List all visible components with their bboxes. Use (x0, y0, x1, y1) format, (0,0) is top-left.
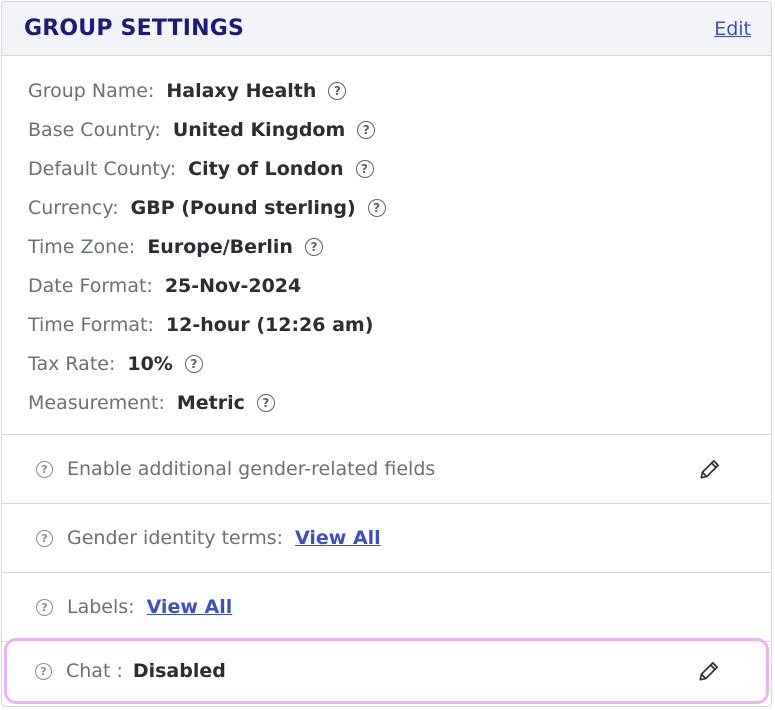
panel-header: GROUP SETTINGS Edit (2, 2, 771, 56)
setting-value: Europe/Berlin (147, 235, 293, 258)
setting-date-format: Date Format: 25-Nov-2024 (28, 266, 771, 305)
setting-group-name: Group Name: Halaxy Health ? (28, 71, 771, 110)
section-label: Gender identity terms: (67, 527, 284, 549)
labels-section: ? Labels: View All (2, 573, 771, 642)
help-icon[interactable]: ? (256, 393, 275, 412)
setting-value: City of London (188, 157, 344, 180)
setting-value: Halaxy Health (166, 79, 317, 102)
setting-label: Default County: (28, 157, 177, 180)
setting-label: Tax Rate: (28, 352, 116, 375)
help-icon[interactable]: ? (36, 598, 53, 616)
gender-terms-section: ? Gender identity terms: View All (2, 504, 771, 573)
pencil-icon[interactable] (696, 658, 722, 684)
settings-list: Group Name: Halaxy Health ? Base Country… (2, 56, 771, 435)
setting-default-county: Default County: City of London ? (28, 149, 771, 188)
setting-value: GBP (Pound sterling) (130, 196, 356, 219)
chat-section: ? Chat : Disabled (4, 638, 769, 704)
chat-status: Disabled (132, 660, 226, 682)
setting-base-country: Base Country: United Kingdom ? (28, 110, 771, 149)
help-icon[interactable]: ? (328, 81, 347, 100)
help-icon[interactable]: ? (304, 237, 323, 256)
setting-value: United Kingdom (172, 118, 346, 141)
gender-fields-section: ? Enable additional gender-related field… (2, 435, 771, 504)
setting-value: 12-hour (12:26 am) (165, 313, 374, 336)
setting-currency: Currency: GBP (Pound sterling) ? (28, 188, 771, 227)
setting-label: Base Country: (28, 118, 161, 141)
setting-label: Time Zone: (28, 235, 136, 258)
setting-tax-rate: Tax Rate: 10% ? (28, 344, 771, 383)
view-all-gender-terms-link[interactable]: View All (295, 527, 381, 549)
setting-value: 25-Nov-2024 (164, 274, 302, 297)
help-icon[interactable]: ? (357, 120, 376, 139)
setting-value: 10% (127, 352, 173, 375)
help-icon[interactable]: ? (36, 529, 53, 547)
help-icon[interactable]: ? (184, 354, 203, 373)
help-icon[interactable]: ? (355, 159, 374, 178)
group-settings-panel: GROUP SETTINGS Edit Group Name: Halaxy H… (1, 1, 772, 707)
section-label: Enable additional gender-related fields (67, 458, 436, 480)
section-label: Labels: (67, 596, 135, 618)
setting-label: Date Format: (28, 274, 153, 297)
setting-label: Currency: (28, 196, 119, 219)
setting-label: Time Format: (28, 313, 154, 336)
setting-time-zone: Time Zone: Europe/Berlin ? (28, 227, 771, 266)
help-icon[interactable]: ? (367, 198, 386, 217)
section-label: Chat : (66, 660, 123, 682)
setting-time-format: Time Format: 12-hour (12:26 am) (28, 305, 771, 344)
view-all-labels-link[interactable]: View All (147, 596, 233, 618)
setting-label: Group Name: (28, 79, 155, 102)
edit-link[interactable]: Edit (714, 18, 751, 40)
panel-title: GROUP SETTINGS (24, 16, 245, 41)
pencil-icon[interactable] (697, 456, 723, 482)
help-icon[interactable]: ? (36, 460, 53, 478)
setting-label: Measurement: (28, 391, 165, 414)
help-icon[interactable]: ? (35, 662, 52, 680)
setting-value: Metric (176, 391, 245, 414)
setting-measurement: Measurement: Metric ? (28, 383, 771, 422)
